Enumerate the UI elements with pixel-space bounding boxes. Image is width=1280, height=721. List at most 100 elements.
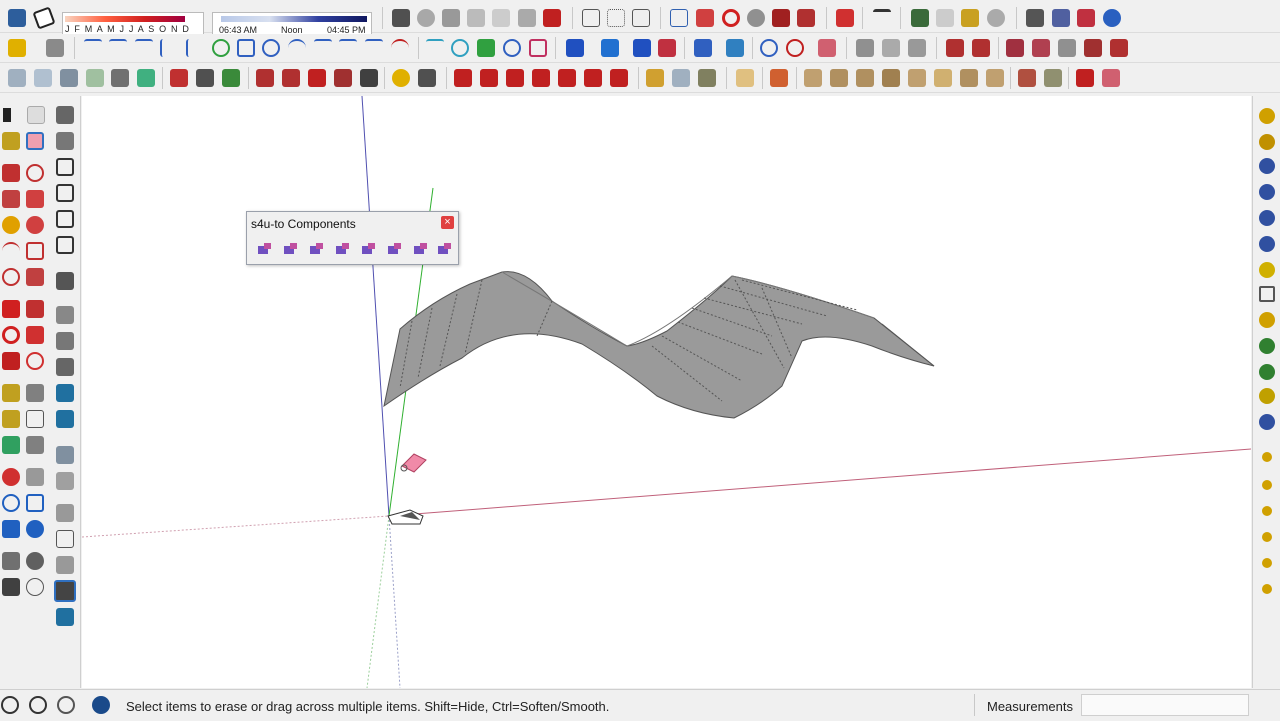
tool-icon[interactable] xyxy=(908,39,926,57)
tool-icon[interactable] xyxy=(736,69,754,87)
tool-icon[interactable] xyxy=(1006,39,1024,57)
tool-icon[interactable] xyxy=(160,39,178,57)
tool-icon[interactable] xyxy=(722,9,740,27)
solid2-icon[interactable] xyxy=(56,306,74,324)
tool-icon[interactable] xyxy=(830,69,848,87)
tool-icon[interactable] xyxy=(84,39,102,57)
tool-icon[interactable] xyxy=(1026,9,1044,27)
tool-icon[interactable] xyxy=(672,69,690,87)
warehouse-icon[interactable] xyxy=(56,132,74,150)
position-camera-icon[interactable] xyxy=(2,552,20,570)
tool-icon[interactable] xyxy=(135,39,153,57)
tool-icon[interactable] xyxy=(760,39,778,57)
tool-icon[interactable] xyxy=(492,9,510,27)
stamp-icon[interactable] xyxy=(56,608,74,626)
tool-icon[interactable] xyxy=(426,39,444,57)
solid6-icon[interactable] xyxy=(56,410,74,428)
plugin-icon[interactable] xyxy=(1262,480,1272,490)
close-button[interactable]: × xyxy=(441,216,454,229)
tool-icon[interactable] xyxy=(607,9,625,27)
tool-icon[interactable] xyxy=(34,69,52,87)
component-tool-button[interactable] xyxy=(385,240,403,258)
rectangle-icon[interactable] xyxy=(2,190,20,208)
tool-icon[interactable] xyxy=(786,39,804,57)
tool-icon[interactable] xyxy=(747,9,765,27)
component-tool-button[interactable] xyxy=(411,240,429,258)
tool-icon[interactable] xyxy=(109,39,127,57)
tool-icon[interactable] xyxy=(633,39,651,57)
tool-icon[interactable] xyxy=(418,69,436,87)
plugin-icon[interactable] xyxy=(1259,388,1275,404)
tool-icon[interactable] xyxy=(334,69,352,87)
plugin-icon[interactable] xyxy=(1259,236,1275,252)
text-icon[interactable] xyxy=(26,410,44,428)
tool-icon[interactable] xyxy=(566,39,584,57)
polygon-icon[interactable] xyxy=(26,216,44,234)
tool-icon[interactable] xyxy=(529,39,547,57)
tool-icon[interactable] xyxy=(1077,9,1095,27)
tool-icon[interactable] xyxy=(262,39,280,57)
house-icon[interactable] xyxy=(56,184,74,202)
tool-icon[interactable] xyxy=(451,39,469,57)
plugin-icon[interactable] xyxy=(1259,312,1275,328)
component-icon[interactable] xyxy=(27,106,45,124)
tool-icon[interactable] xyxy=(1032,39,1050,57)
component-tool-button[interactable] xyxy=(435,240,453,258)
sandbox-icon[interactable] xyxy=(56,106,74,124)
tool-icon[interactable] xyxy=(86,69,104,87)
plugin-icon[interactable] xyxy=(1259,158,1275,174)
rotate-icon[interactable] xyxy=(2,326,20,344)
tape-measure-icon[interactable] xyxy=(2,384,20,402)
component-tool-button[interactable] xyxy=(307,240,325,258)
solid4-icon[interactable] xyxy=(56,358,74,376)
tool-icon[interactable] xyxy=(670,9,688,27)
s4u-components-panel[interactable]: s4u-to Components × xyxy=(246,211,459,265)
geo-location-icon[interactable] xyxy=(1,696,19,714)
component-tool-button[interactable] xyxy=(281,240,299,258)
pan-icon[interactable] xyxy=(26,468,44,486)
sandbox4-icon[interactable] xyxy=(56,504,74,522)
zoom-window-icon[interactable] xyxy=(26,494,44,512)
plugin-icon[interactable] xyxy=(1262,452,1272,462)
tool-icon[interactable] xyxy=(365,39,383,57)
tool-icon[interactable] xyxy=(934,69,952,87)
tool-icon[interactable] xyxy=(986,69,1004,87)
tool-icon[interactable] xyxy=(882,69,900,87)
tool-icon[interactable] xyxy=(856,69,874,87)
freehand-icon[interactable] xyxy=(26,164,44,182)
sandbox2-icon[interactable] xyxy=(56,446,74,464)
tool-icon[interactable] xyxy=(1076,69,1094,87)
zoom-extents-icon[interactable] xyxy=(2,520,20,538)
plugin-icon[interactable] xyxy=(1259,338,1275,354)
tool-icon[interactable] xyxy=(256,69,274,87)
tool-icon[interactable] xyxy=(987,9,1005,27)
tool-icon[interactable] xyxy=(856,39,874,57)
help-icon[interactable] xyxy=(92,696,110,714)
tool-icon[interactable] xyxy=(1102,69,1120,87)
tool-icon[interactable] xyxy=(8,69,26,87)
tool-icon[interactable] xyxy=(908,69,926,87)
plugin-icon[interactable] xyxy=(1259,364,1275,380)
follow-me-icon[interactable] xyxy=(26,326,44,344)
tool-icon[interactable] xyxy=(237,39,255,57)
component-tool-button[interactable] xyxy=(359,240,377,258)
plugin-icon[interactable] xyxy=(1259,108,1275,124)
user-icon[interactable] xyxy=(57,696,75,714)
tool-icon[interactable] xyxy=(503,39,521,57)
tool-icon[interactable] xyxy=(1052,9,1070,27)
layers-icon[interactable] xyxy=(54,580,76,602)
plugin-icon[interactable] xyxy=(1262,532,1272,542)
tool-icon[interactable] xyxy=(480,69,498,87)
tool-icon[interactable] xyxy=(772,9,790,27)
push-pull-icon[interactable] xyxy=(26,300,44,318)
walk-icon[interactable] xyxy=(2,578,20,596)
tool-icon[interactable] xyxy=(797,9,815,27)
paint-bucket-icon[interactable] xyxy=(2,132,20,150)
tool-icon[interactable] xyxy=(911,9,929,27)
tool-icon[interactable] xyxy=(392,9,410,27)
pie-icon[interactable] xyxy=(26,242,44,260)
tool-icon[interactable] xyxy=(696,9,714,27)
tool-icon[interactable] xyxy=(308,69,326,87)
plugin-icon[interactable] xyxy=(1259,414,1275,430)
move-icon[interactable] xyxy=(2,300,20,318)
